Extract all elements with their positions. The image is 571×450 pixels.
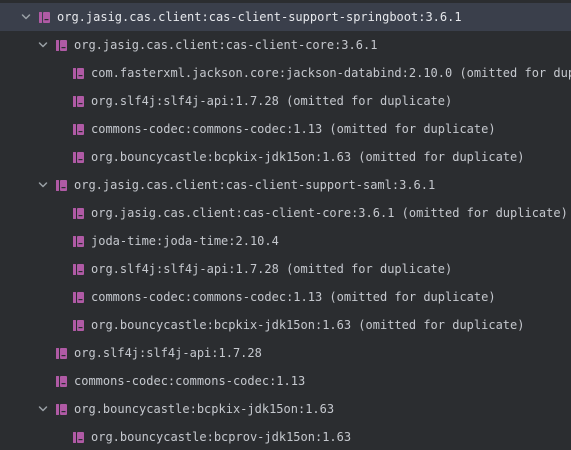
library-icon — [72, 263, 85, 276]
library-icon — [72, 431, 85, 444]
tree-row[interactable]: org.jasig.cas.client:cas-client-core:3.6… — [0, 199, 571, 227]
library-icon — [38, 11, 51, 24]
chevron-down-icon[interactable] — [20, 11, 32, 23]
dependency-label: org.bouncycastle:bcprov-jdk15on:1.63 — [91, 430, 352, 444]
tree-row[interactable]: org.slf4j:slf4j-api:1.7.28 — [0, 339, 571, 367]
library-icon — [72, 319, 85, 332]
tree-row[interactable]: org.jasig.cas.client:cas-client-support-… — [0, 171, 571, 199]
library-icon — [55, 347, 68, 360]
dependency-label: org.jasig.cas.client:cas-client-core:3.6… — [74, 38, 378, 52]
dependency-label: commons-codec:commons-codec:1.13 (omitte… — [91, 122, 496, 136]
dependency-label: org.slf4j:slf4j-api:1.7.28 (omitted for … — [91, 262, 453, 276]
library-icon — [55, 375, 68, 388]
dependency-label: org.slf4j:slf4j-api:1.7.28 — [74, 346, 262, 360]
library-icon — [72, 151, 85, 164]
tree-row[interactable]: org.bouncycastle:bcpkix-jdk15on:1.63 (om… — [0, 311, 571, 339]
tree-row[interactable]: org.slf4j:slf4j-api:1.7.28 (omitted for … — [0, 87, 571, 115]
tree-row[interactable]: org.bouncycastle:bcprov-jdk15on:1.63 — [0, 423, 571, 450]
dependency-label: org.jasig.cas.client:cas-client-support-… — [57, 10, 462, 24]
dependency-tree: org.jasig.cas.client:cas-client-support-… — [0, 0, 571, 450]
library-icon — [72, 235, 85, 248]
chevron-down-icon[interactable] — [37, 179, 49, 191]
tree-row[interactable]: commons-codec:commons-codec:1.13 — [0, 367, 571, 395]
dependency-label: org.bouncycastle:bcpkix-jdk15on:1.63 — [74, 402, 335, 416]
library-icon — [72, 207, 85, 220]
library-icon — [55, 39, 68, 52]
dependency-label: org.slf4j:slf4j-api:1.7.28 (omitted for … — [91, 94, 453, 108]
library-icon — [72, 67, 85, 80]
dependency-label: joda-time:joda-time:2.10.4 — [91, 234, 279, 248]
dependency-label: org.bouncycastle:bcpkix-jdk15on:1.63 (om… — [91, 150, 525, 164]
library-icon — [55, 403, 68, 416]
tree-row[interactable]: org.bouncycastle:bcpkix-jdk15on:1.63 (om… — [0, 143, 571, 171]
library-icon — [72, 291, 85, 304]
tree-row[interactable]: org.bouncycastle:bcpkix-jdk15on:1.63 — [0, 395, 571, 423]
dependency-label: org.bouncycastle:bcpkix-jdk15on:1.63 (om… — [91, 318, 525, 332]
tree-row[interactable]: commons-codec:commons-codec:1.13 (omitte… — [0, 115, 571, 143]
tree-row[interactable]: commons-codec:commons-codec:1.13 (omitte… — [0, 283, 571, 311]
dependency-label: org.jasig.cas.client:cas-client-core:3.6… — [91, 206, 568, 220]
dependency-label: commons-codec:commons-codec:1.13 (omitte… — [91, 290, 496, 304]
tree-row[interactable]: org.slf4j:slf4j-api:1.7.28 (omitted for … — [0, 255, 571, 283]
chevron-down-icon[interactable] — [37, 403, 49, 415]
tree-row[interactable]: org.jasig.cas.client:cas-client-support-… — [0, 3, 571, 31]
tree-row[interactable]: joda-time:joda-time:2.10.4 — [0, 227, 571, 255]
tree-row[interactable]: com.fasterxml.jackson.core:jackson-datab… — [0, 59, 571, 87]
library-icon — [55, 179, 68, 192]
tree-row[interactable]: org.jasig.cas.client:cas-client-core:3.6… — [0, 31, 571, 59]
dependency-label: org.jasig.cas.client:cas-client-support-… — [74, 178, 436, 192]
library-icon — [72, 95, 85, 108]
chevron-down-icon[interactable] — [37, 39, 49, 51]
dependency-label: com.fasterxml.jackson.core:jackson-datab… — [91, 66, 571, 80]
library-icon — [72, 123, 85, 136]
dependency-label: commons-codec:commons-codec:1.13 — [74, 374, 306, 388]
